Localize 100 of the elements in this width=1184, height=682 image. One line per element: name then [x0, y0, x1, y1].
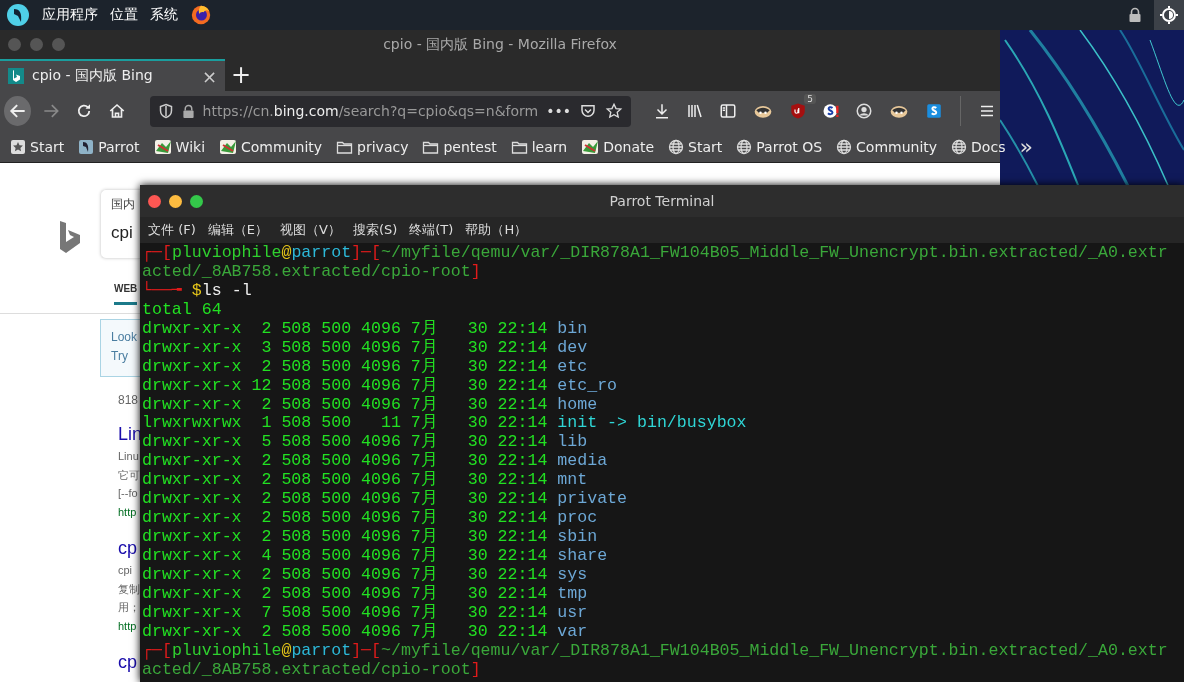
menu-item[interactable]: 系统 — [150, 6, 178, 24]
menu-item[interactable]: 位置 — [110, 6, 138, 24]
menu-item[interactable]: 帮助（H） — [465, 221, 528, 239]
star-icon[interactable] — [605, 102, 623, 120]
command-line: └──╼ $ls -l — [142, 281, 253, 301]
output-line: drwxr-xr-x 4 508 500 4096 7月 30 22:14 share — [142, 547, 609, 566]
result-snippet: 它可 — [118, 467, 140, 483]
close-dot[interactable] — [148, 194, 161, 208]
lock-icon[interactable] — [1128, 7, 1142, 23]
result-snippet: cpi — [118, 563, 133, 578]
download-icon[interactable] — [653, 102, 671, 120]
new-tab-button[interactable]: + — [225, 59, 257, 91]
home-icon — [108, 102, 127, 120]
menu-item[interactable]: 终端(T) — [409, 221, 454, 239]
output-line: drwxr-xr-x 2 508 500 4096 7月 30 22:14 private — [142, 490, 629, 509]
search-value: cpi — [111, 223, 134, 243]
library-icon[interactable] — [686, 102, 704, 120]
web-tab[interactable]: WEB — [114, 283, 138, 305]
output-line: drwxr-xr-x 2 508 500 4096 7月 30 22:14 bin — [142, 319, 589, 339]
output-line: drwxr-xr-x 2 508 500 4096 7月 30 22:14 var — [142, 622, 589, 642]
sidebar-icon[interactable] — [719, 102, 737, 120]
output-line: drwxr-xr-x 2 508 500 4096 7月 30 22:14 proc — [142, 509, 599, 528]
globe-icon — [836, 138, 853, 155]
bookmark-item[interactable]: Docs — [951, 138, 1006, 155]
bookmark-item[interactable]: Parrot OS — [736, 138, 823, 155]
bookmark-item[interactable]: Parrot — [78, 138, 140, 155]
shield-icon — [157, 103, 174, 119]
bookmark-item[interactable]: privacy — [336, 138, 409, 155]
bookmark-item[interactable]: Start — [668, 138, 723, 155]
badger-icon — [581, 138, 600, 155]
output-line: drwxr-xr-x 5 508 500 4096 7月 30 22:14 lib — [142, 433, 589, 452]
result-title[interactable]: cp — [118, 535, 137, 561]
bing-logo-icon[interactable] — [58, 221, 82, 253]
menu-item[interactable]: 视图（V） — [280, 221, 341, 239]
prompt-line: acted/_8AB758.extracted/cpio-root] — [142, 660, 482, 680]
output-line: lrwxrwxrwx 1 508 500 11 7月 30 22:14 init -> bin/busybox — [142, 414, 748, 433]
minimize-dot[interactable] — [30, 38, 43, 51]
bookmark-item[interactable]: learn — [510, 138, 568, 155]
circle-s-icon[interactable] — [822, 102, 840, 120]
bookmark-item[interactable]: Wiki — [153, 138, 206, 155]
badger-icon — [153, 138, 172, 155]
menu-item[interactable]: 应用程序 — [42, 6, 98, 24]
output-line: drwxr-xr-x 2 508 500 4096 7月 30 22:14 sbin — [142, 528, 599, 547]
close-tab-button[interactable]: × — [201, 65, 217, 87]
result-snippet: 用； — [118, 600, 140, 615]
globe-icon — [951, 138, 968, 155]
more-bookmarks-button[interactable]: » — [1019, 134, 1033, 159]
close-dot[interactable] — [8, 38, 21, 51]
maximize-dot[interactable] — [190, 194, 203, 208]
count-badge: 5 — [804, 94, 816, 104]
bookmark-item[interactable]: Start — [10, 138, 65, 155]
badger-icon — [219, 138, 238, 155]
bookmark-item[interactable]: Community — [836, 138, 938, 155]
result-url: http — [118, 504, 137, 520]
output-line: drwxr-xr-x 7 508 500 4096 7月 30 22:14 usr — [142, 603, 589, 623]
menu-item[interactable]: 搜索(S) — [352, 221, 398, 239]
result-url: http — [118, 618, 137, 634]
scope-label: 国内 — [111, 197, 135, 211]
firefox-icon[interactable] — [190, 4, 212, 26]
prompt-line: ┌─[pluviophile@parrot]─[~/myfile/qemu/var/_DIR878A1_FW104B05_Middle_FW_Unencrypt.bin.extracted/_A0.extr — [142, 244, 1169, 263]
tab-title: cpio - 国内版 Bing — [32, 67, 153, 85]
output-line: drwxr-xr-x 12 508 500 4096 7月 30 22:14 etc_ro — [142, 376, 619, 396]
browser-tab[interactable]: cpio - 国内版 Bing × — [0, 59, 225, 91]
back-button[interactable] — [4, 96, 32, 126]
bird-icon — [78, 138, 95, 155]
pocket-icon[interactable] — [579, 102, 597, 120]
account-icon[interactable] — [855, 102, 873, 120]
window-title: cpio - 国内版 Bing - Mozilla Firefox — [383, 35, 617, 54]
parrot-logo-icon[interactable] — [6, 3, 30, 27]
output-line: drwxr-xr-x 2 508 500 4096 7月 30 22:14 tmp — [142, 584, 589, 604]
bookmark-item[interactable]: pentest — [422, 138, 497, 155]
result-snippet: [--fo — [118, 486, 138, 501]
prompt-line: ┌─[pluviophile@parrot]─[~/myfile/qemu/var/_DIR878A1_FW104B05_Middle_FW_Unencrypt.bin.extracted/_A0.extr — [142, 641, 1169, 661]
result-snippet: Linu — [118, 449, 139, 464]
output-line: drwxr-xr-x 2 508 500 4096 7月 30 22:14 home — [142, 395, 599, 414]
url-text: https://cn.bing.com/search?q=cpio&qs=n&form — [202, 103, 539, 119]
address-bar[interactable]: https://cn.bing.com/search?q=cpio&qs=n&form ••• — [149, 95, 631, 127]
notice-text: Try — [111, 348, 128, 365]
menu-item[interactable]: 编辑（E） — [207, 221, 268, 239]
brightness-icon[interactable] — [1160, 6, 1178, 24]
globe-icon — [736, 138, 753, 155]
output-line: drwxr-xr-x 2 508 500 4096 7月 30 22:14 sys — [142, 565, 589, 585]
bookmark-item[interactable]: Community — [219, 138, 323, 155]
globe-icon — [668, 138, 685, 155]
page-actions-button[interactable]: ••• — [546, 103, 571, 119]
minimize-dot[interactable] — [169, 194, 182, 208]
menu-item[interactable]: 文件 (F) — [148, 221, 196, 239]
shield-icon[interactable] — [789, 102, 807, 120]
output-line: total 64 — [142, 300, 223, 320]
output-line: drwxr-xr-x 3 508 500 4096 7月 30 22:14 dev — [142, 338, 589, 358]
output-line: drwxr-xr-x 2 508 500 4096 7月 30 22:14 etc — [142, 357, 589, 377]
maximize-dot[interactable] — [52, 38, 65, 51]
result-count: 818 — [118, 393, 139, 407]
output-line: drwxr-xr-x 2 508 500 4096 7月 30 22:14 media — [142, 452, 609, 471]
window-title: Parrot Terminal — [609, 193, 715, 209]
result-title[interactable]: cp — [118, 649, 137, 675]
square-s-icon[interactable] — [925, 102, 943, 120]
output-line: drwxr-xr-x 2 508 500 4096 7月 30 22:14 mnt — [142, 471, 589, 490]
bookmark-item[interactable]: Donate — [581, 138, 655, 155]
prompt-line: acted/_8AB758.extracted/cpio-root] — [142, 262, 482, 281]
